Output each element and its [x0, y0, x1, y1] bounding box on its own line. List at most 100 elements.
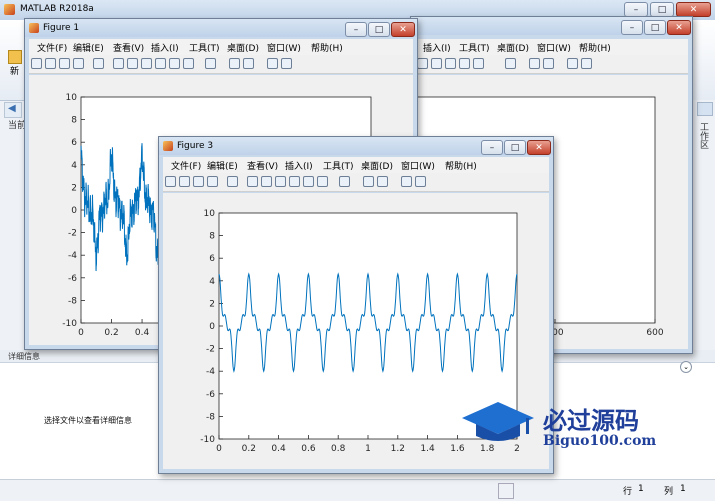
figure3-close-button[interactable]: ✕: [527, 140, 551, 155]
new-figure-icon[interactable]: [31, 58, 42, 69]
open-file-icon[interactable]: [45, 58, 56, 69]
graduation-cap-logo: [462, 400, 534, 444]
x-tick-label: 0.2: [242, 444, 256, 454]
status-row-label: 行: [623, 487, 633, 497]
figure3-menu-item[interactable]: 查看(V): [247, 159, 278, 172]
collapse-panel-icon[interactable]: [697, 102, 713, 116]
figure3-menu-item[interactable]: 桌面(D): [361, 159, 393, 172]
legend-icon[interactable]: [543, 58, 554, 69]
figure3-maximize-button[interactable]: □: [504, 140, 526, 155]
datatip-icon[interactable]: [303, 176, 314, 187]
x-tick-label: 0.4: [135, 328, 150, 338]
colorbar-icon[interactable]: [363, 176, 374, 187]
pan-icon[interactable]: [275, 176, 286, 187]
zoom-in-icon[interactable]: [113, 58, 124, 69]
main-close-button[interactable]: ✕: [676, 2, 711, 17]
figure1-menu-item[interactable]: 帮助(H): [311, 41, 343, 54]
figure2-minimize-button[interactable]: –: [621, 20, 643, 35]
show-tools-icon[interactable]: [415, 176, 426, 187]
matlab-logo-icon: [4, 4, 15, 15]
figure3-minimize-button[interactable]: –: [481, 140, 503, 155]
figure2-menu-window[interactable]: 窗口(W): [537, 41, 571, 54]
figure2-menu-insert[interactable]: 插入(I): [423, 41, 451, 54]
figure1-menu-item[interactable]: 窗口(W): [267, 41, 301, 54]
figure3-menu-item[interactable]: 工具(T): [323, 159, 354, 172]
pan-icon[interactable]: [141, 58, 152, 69]
figure3-menu-item[interactable]: 窗口(W): [401, 159, 435, 172]
figure1-minimize-button[interactable]: –: [345, 22, 367, 37]
hide-tools-icon[interactable]: [267, 58, 278, 69]
figure2-menu-desktop[interactable]: 桌面(D): [497, 41, 529, 54]
datatip-icon[interactable]: [459, 58, 470, 69]
zoom-in-icon[interactable]: [417, 58, 428, 69]
zoom-in-icon[interactable]: [247, 176, 258, 187]
figure3-menu-item[interactable]: 帮助(H): [445, 159, 477, 172]
x-tick-label: 2: [514, 444, 520, 454]
new-figure-icon[interactable]: [165, 176, 176, 187]
hide-tools-icon[interactable]: [401, 176, 412, 187]
figure3-menu-item[interactable]: 编辑(E): [207, 159, 238, 172]
brush-icon[interactable]: [183, 58, 194, 69]
rotate-icon[interactable]: [445, 58, 456, 69]
figure1-maximize-button[interactable]: □: [368, 22, 390, 37]
figure1-menu-item[interactable]: 编辑(E): [73, 41, 104, 54]
y-tick-label: 4: [209, 277, 215, 287]
new-script-icon[interactable]: [8, 50, 22, 64]
pointer-icon[interactable]: [227, 176, 238, 187]
rotate-icon[interactable]: [289, 176, 300, 187]
show-tools-icon[interactable]: [581, 58, 592, 69]
x-tick-label: 1.2: [391, 444, 405, 454]
show-tools-icon[interactable]: [281, 58, 292, 69]
figure2-maximize-button[interactable]: □: [644, 20, 666, 35]
figure3-menu-item[interactable]: 文件(F): [171, 159, 201, 172]
y-tick-label: 4: [71, 161, 77, 171]
brush-icon[interactable]: [317, 176, 328, 187]
pointer-icon[interactable]: [93, 58, 104, 69]
watermark-text: 必过源码: [543, 406, 639, 435]
x-tick-label: 0.8: [331, 444, 346, 454]
figure3-titlebar[interactable]: Figure 3 – □ ✕: [159, 137, 553, 155]
figure2-close-button[interactable]: ✕: [667, 20, 691, 35]
legend-icon[interactable]: [243, 58, 254, 69]
figure1-menu-item[interactable]: 文件(F): [37, 41, 67, 54]
brush-icon[interactable]: [473, 58, 484, 69]
figure1-close-button[interactable]: ✕: [391, 22, 415, 37]
open-file-icon[interactable]: [179, 176, 190, 187]
hide-tools-icon[interactable]: [567, 58, 578, 69]
figure2-menu-tools[interactable]: 工具(T): [459, 41, 490, 54]
figure1-menu-item[interactable]: 桌面(D): [227, 41, 259, 54]
save-icon[interactable]: [193, 176, 204, 187]
print-icon[interactable]: [207, 176, 218, 187]
y-tick-label: -6: [206, 390, 215, 400]
colorbar-icon[interactable]: [529, 58, 540, 69]
figure2-menu-help[interactable]: 帮助(H): [579, 41, 611, 54]
colorbar-icon[interactable]: [229, 58, 240, 69]
main-minimize-button[interactable]: –: [624, 2, 648, 17]
link-plot-icon[interactable]: [505, 58, 516, 69]
link-plot-icon[interactable]: [339, 176, 350, 187]
link-plot-icon[interactable]: [205, 58, 216, 69]
figure-icon: [29, 23, 39, 33]
figure1-menu-item[interactable]: 插入(I): [151, 41, 179, 54]
save-icon[interactable]: [59, 58, 70, 69]
watermark-subtext: Biguo100.com: [543, 433, 657, 449]
legend-icon[interactable]: [377, 176, 388, 187]
datatip-icon[interactable]: [169, 58, 180, 69]
x-tick-label: 0.6: [301, 444, 316, 454]
zoom-out-icon[interactable]: [127, 58, 138, 69]
back-arrow-icon[interactable]: ◀: [4, 102, 22, 118]
pan-icon[interactable]: [431, 58, 442, 69]
rotate-icon[interactable]: [155, 58, 166, 69]
figure1-menu-item[interactable]: 查看(V): [113, 41, 144, 54]
figure1-titlebar[interactable]: Figure 1 – □ ✕: [25, 19, 417, 37]
figure2-titlebar[interactable]: – □ ✕: [411, 17, 692, 35]
print-icon[interactable]: [73, 58, 84, 69]
ribbon-label-new[interactable]: 新: [10, 64, 19, 77]
figure3-menu-item[interactable]: 插入(I): [285, 159, 313, 172]
workspace-tab[interactable]: 工作区: [697, 122, 710, 149]
figure1-menu-item[interactable]: 工具(T): [189, 41, 220, 54]
main-maximize-button[interactable]: □: [650, 2, 674, 17]
details-expand-icon[interactable]: ⌄: [680, 361, 692, 373]
zoom-out-icon[interactable]: [261, 176, 272, 187]
y-tick-label: 2: [209, 299, 215, 309]
